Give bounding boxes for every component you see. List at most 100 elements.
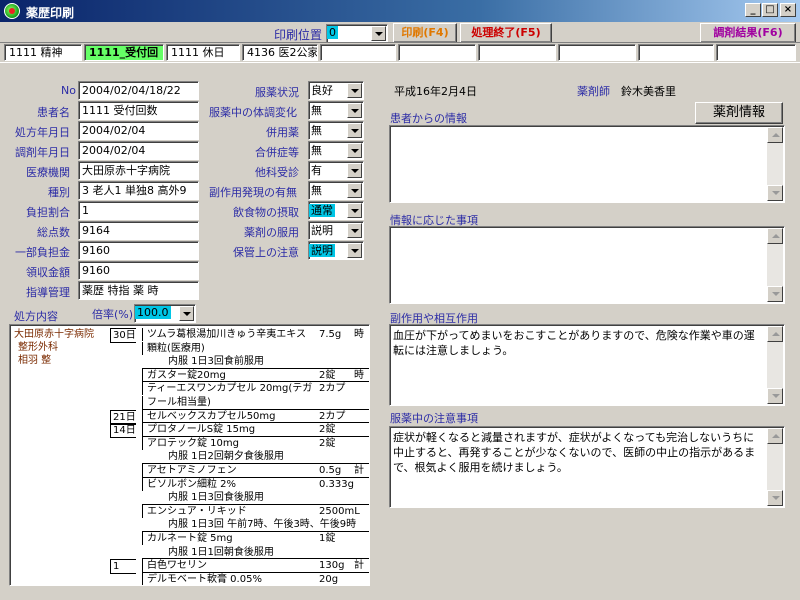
rx-usage: 内服 1日3回食後服用 <box>168 492 264 504</box>
rx-institution-name: 大田原赤十字病院 <box>14 329 94 340</box>
print-position-label: 印刷位置 <box>274 28 323 42</box>
concomitant-select[interactable]: 無 <box>308 121 364 140</box>
rx-usage: 内服 1日2回朝夕食後服用 <box>168 451 284 463</box>
chevron-down-icon[interactable] <box>347 223 362 238</box>
result-button[interactable]: 調剤結果(F6) <box>700 23 796 43</box>
rx-row: ティーエスワンカプセル 20mg(テガ 2カプ <box>110 382 369 396</box>
chevron-down-icon[interactable] <box>347 143 362 158</box>
rx-row: フール相当量) <box>110 396 369 409</box>
received-label: 領収金額 <box>26 266 70 279</box>
rx-drug: エンシュア・リキッド <box>142 504 247 518</box>
condition-change-select[interactable]: 無 <box>308 101 364 120</box>
side-effect-text: 血圧が下がってめまいをおこすことがありますので、危険な作業や車の運転には注意しま… <box>393 329 755 357</box>
total-points-field[interactable]: 9164 <box>78 221 199 240</box>
rx-content-panel[interactable]: 大田原赤十字病院 整形外科 相羽 整 30日 ツムラ葛根湯加川きゅう辛夷エキス 7.… <box>9 324 370 586</box>
magnification-value: 100.0 <box>135 306 171 319</box>
chevron-down-icon[interactable] <box>347 83 362 98</box>
pharmacist-name: 鈴木美香里 <box>621 85 676 98</box>
print-position-value: 0 <box>327 26 338 39</box>
print-position-select[interactable]: 0 <box>326 24 388 43</box>
med-status-label: 服薬状況 <box>255 86 299 99</box>
finish-button[interactable]: 処理終了(F5) <box>460 23 552 43</box>
rx-row: 内服 1日3回食後服用 <box>110 491 369 504</box>
dispense-date-label: 調剤年月日 <box>15 146 70 159</box>
scroll-up-icon[interactable] <box>767 228 783 244</box>
rx-department: 整形外科 <box>18 342 58 353</box>
scroll-down-icon[interactable] <box>767 388 783 404</box>
response-textarea[interactable] <box>389 226 785 304</box>
institution-field[interactable]: 大田原赤十字病院 <box>78 161 199 180</box>
scrollbar[interactable] <box>767 228 783 302</box>
chevron-down-icon[interactable] <box>347 103 362 118</box>
close-button[interactable]: × <box>780 3 796 17</box>
burden-ratio-field[interactable]: 1 <box>78 201 199 220</box>
print-button[interactable]: 印刷(F4) <box>393 23 457 43</box>
rx-qty: 7.5g <box>319 329 342 340</box>
scroll-down-icon[interactable] <box>767 490 783 506</box>
type-field[interactable]: 3 老人1 単独8 高外9 <box>78 181 199 200</box>
rx-row: 内服 1日2回朝夕食後服用 <box>110 450 369 463</box>
title-bar[interactable]: 薬歴印刷 _ □ × <box>0 0 800 22</box>
condition-change-value: 無 <box>311 104 322 117</box>
patient-info-textarea[interactable] <box>389 125 785 203</box>
copay-label: 一部負担金 <box>15 246 70 259</box>
chevron-down-icon[interactable] <box>347 203 362 218</box>
storage-value: 説明 <box>309 244 335 257</box>
copay-field[interactable]: 9160 <box>78 241 199 260</box>
rx-institution: 大田原赤十字病院 整形外科 相羽 整 <box>14 328 94 367</box>
complication-select[interactable]: 無 <box>308 141 364 160</box>
chevron-down-icon[interactable] <box>347 123 362 138</box>
scrollbar[interactable] <box>767 326 783 404</box>
chevron-down-icon[interactable] <box>347 183 362 198</box>
side-effect-occur-label: 副作用発現の有無 <box>209 186 297 199</box>
scroll-down-icon[interactable] <box>767 185 783 201</box>
status-cell-3: 1111 休日 <box>166 44 240 61</box>
rx-note: 計 <box>354 465 364 476</box>
med-status-select[interactable]: 良好 <box>308 81 364 100</box>
food-intake-select[interactable]: 通常 <box>308 201 364 220</box>
rx-qty: 2錠 <box>319 424 336 436</box>
rx-date-field[interactable]: 2004/02/04 <box>78 121 199 140</box>
drug-usage-select[interactable]: 説明 <box>308 221 364 240</box>
storage-select[interactable]: 説明 <box>308 241 364 260</box>
patient-info-label: 患者からの情報 <box>390 112 467 125</box>
magnification-select[interactable]: 100.0 <box>134 304 196 323</box>
patient-name-field[interactable]: 1111 受付回数 <box>78 101 199 120</box>
scrollbar[interactable] <box>767 428 783 506</box>
scroll-up-icon[interactable] <box>767 428 783 444</box>
side-effect-textarea[interactable]: 血圧が下がってめまいをおこすことがありますので、危険な作業や車の運転には注意しま… <box>389 324 785 406</box>
side-effect-occur-select[interactable]: 無 <box>308 181 364 200</box>
scrollbar[interactable] <box>767 127 783 201</box>
received-field[interactable]: 9160 <box>78 261 199 280</box>
minimize-button[interactable]: _ <box>745 3 761 17</box>
rx-note: 計 <box>354 560 364 572</box>
institution-label: 医療機関 <box>26 166 70 179</box>
other-dept-value: 有 <box>311 164 322 177</box>
rx-row: 30日 ツムラ葛根湯加川きゅう辛夷エキス 7.5g 時 <box>110 328 369 343</box>
rx-qty: 0.333g <box>319 478 354 490</box>
chevron-down-icon[interactable] <box>179 306 194 321</box>
rx-drug: ティーエスワンカプセル 20mg(テガ <box>142 382 312 396</box>
dispense-date-field[interactable]: 2004/02/04 <box>78 141 199 160</box>
chevron-down-icon[interactable] <box>371 26 386 41</box>
maximize-button[interactable]: □ <box>762 3 778 17</box>
guidance-field[interactable]: 薬歴 特指 薬 時 <box>78 281 199 300</box>
med-status-value: 良好 <box>311 84 333 97</box>
scroll-down-icon[interactable] <box>767 286 783 302</box>
caution-textarea[interactable]: 症状が軽くなると減量されますが、症状がよくなっても完治しないうちに中止すると、再… <box>389 426 785 508</box>
rx-qty: 1錠 <box>319 533 336 544</box>
other-dept-select[interactable]: 有 <box>308 161 364 180</box>
chevron-down-icon[interactable] <box>347 243 362 258</box>
status-cell-4: 4136 医2公家 <box>242 44 318 61</box>
storage-label: 保管上の注意 <box>233 246 299 259</box>
status-cell-8 <box>558 44 636 61</box>
chevron-down-icon[interactable] <box>347 163 362 178</box>
status-cell-2: 1111_受付回 <box>84 44 164 61</box>
scroll-up-icon[interactable] <box>767 326 783 342</box>
window-title: 薬歴印刷 <box>26 6 75 20</box>
rx-drug: 白色ワセリン <box>142 559 207 573</box>
scroll-up-icon[interactable] <box>767 127 783 143</box>
pharmacist-label: 薬剤師 <box>577 85 610 98</box>
no-field[interactable]: 2004/02/04/18/22 <box>78 81 199 100</box>
drug-info-button[interactable]: 薬剤情報 <box>695 102 783 124</box>
